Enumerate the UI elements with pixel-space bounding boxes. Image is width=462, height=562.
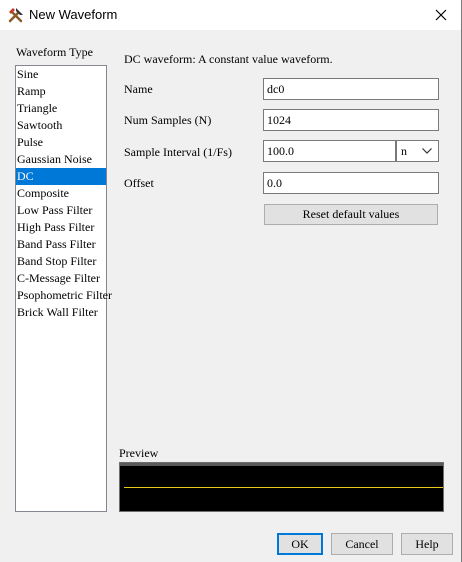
list-item-composite[interactable]: Composite xyxy=(16,185,106,202)
offset-label: Offset xyxy=(124,176,154,190)
ok-button[interactable]: OK xyxy=(277,533,323,555)
list-item-brick-wall-filter[interactable]: Brick Wall Filter xyxy=(16,304,106,321)
preview-waveform-line xyxy=(124,487,443,488)
list-item-high-pass-filter[interactable]: High Pass Filter xyxy=(16,219,106,236)
list-item-c-message-filter[interactable]: C-Message Filter xyxy=(16,270,106,287)
waveform-description: DC waveform: A constant value waveform. xyxy=(124,52,333,66)
tools-icon xyxy=(7,6,25,24)
list-item-band-stop-filter[interactable]: Band Stop Filter xyxy=(16,253,106,270)
sample-interval-label: Sample Interval (1/Fs) xyxy=(124,145,232,159)
name-label: Name xyxy=(124,82,153,96)
unit-value: n xyxy=(401,144,407,158)
reset-default-values-button[interactable]: Reset default values xyxy=(264,204,438,225)
close-button[interactable] xyxy=(421,0,461,30)
sample-interval-field[interactable] xyxy=(263,140,396,162)
list-item-gaussian-noise[interactable]: Gaussian Noise xyxy=(16,151,106,168)
help-button[interactable]: Help xyxy=(401,533,453,555)
chevron-down-icon xyxy=(422,148,432,154)
list-item-psophometric-filter[interactable]: Psophometric Filter xyxy=(16,287,112,304)
offset-field[interactable] xyxy=(263,172,439,194)
list-item-dc[interactable]: DC xyxy=(16,168,106,185)
title-bar[interactable]: New Waveform xyxy=(0,0,461,30)
list-item-sine[interactable]: Sine xyxy=(16,66,106,83)
list-item-pulse[interactable]: Pulse xyxy=(16,134,106,151)
list-item-ramp[interactable]: Ramp xyxy=(16,83,106,100)
waveform-type-list[interactable]: Sine Ramp Triangle Sawtooth Pulse Gaussi… xyxy=(15,65,112,512)
name-field[interactable] xyxy=(263,78,439,100)
close-icon xyxy=(435,9,447,21)
preview-plot xyxy=(119,462,444,512)
list-item-triangle[interactable]: Triangle xyxy=(16,100,106,117)
list-item-low-pass-filter[interactable]: Low Pass Filter xyxy=(16,202,106,219)
preview-label: Preview xyxy=(119,446,159,460)
sample-interval-unit-select[interactable]: n xyxy=(396,140,439,162)
num-samples-label: Num Samples (N) xyxy=(124,113,212,127)
preview-top-band xyxy=(120,463,443,466)
waveform-type-label: Waveform Type xyxy=(16,45,93,59)
list-item-band-pass-filter[interactable]: Band Pass Filter xyxy=(16,236,106,253)
window-title: New Waveform xyxy=(29,7,118,22)
list-item-sawtooth[interactable]: Sawtooth xyxy=(16,117,106,134)
cancel-button[interactable]: Cancel xyxy=(331,533,393,555)
num-samples-field[interactable] xyxy=(263,109,439,131)
